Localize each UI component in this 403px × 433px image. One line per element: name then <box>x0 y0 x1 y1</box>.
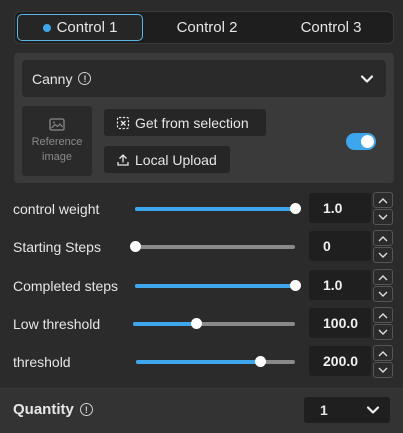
chevron-down-icon <box>378 252 388 258</box>
active-dot-icon <box>42 23 51 32</box>
toggle-knob <box>361 135 374 148</box>
quantity-bar: Quantity ! 1 <box>0 389 403 433</box>
control-panel: Canny ! Reference image Get from selecti… <box>14 53 394 183</box>
increment-button[interactable] <box>373 230 393 246</box>
tab-control-3[interactable]: Control 3 <box>269 12 393 43</box>
value-stepper <box>373 269 393 302</box>
slider-thumb[interactable] <box>290 203 301 214</box>
info-icon[interactable]: ! <box>78 72 92 85</box>
preprocessor-value: Canny <box>32 70 73 87</box>
tab-label: Control 1 <box>56 19 118 36</box>
slider-thumb[interactable] <box>130 241 141 252</box>
slider-label: Starting Steps <box>13 238 101 255</box>
image-icon <box>49 118 65 131</box>
upload-icon <box>117 153 129 166</box>
value-input[interactable]: 0 <box>309 231 371 261</box>
local-upload-button[interactable]: Local Upload <box>104 146 230 173</box>
chevron-down-icon <box>360 74 374 83</box>
slider-fill <box>135 207 295 211</box>
slider-thumb[interactable] <box>191 318 203 329</box>
chevron-down-icon <box>378 291 388 297</box>
slider-fill <box>136 360 261 364</box>
decrement-button[interactable] <box>373 209 393 225</box>
slider-fill <box>133 322 197 326</box>
slider-row-completed-steps: Completed steps 1.0 <box>0 266 403 305</box>
chevron-down-icon <box>366 406 380 414</box>
quantity-select[interactable]: 1 <box>304 397 390 423</box>
value-input[interactable]: 100.0 <box>309 308 371 338</box>
control-tabs: Control 1 Control 2 Control 3 <box>14 11 394 44</box>
slider-track[interactable] <box>135 203 301 214</box>
tab-control-2[interactable]: Control 2 <box>145 12 269 43</box>
decrement-button[interactable] <box>373 286 393 302</box>
slider-track[interactable] <box>135 280 301 291</box>
slider-label: Completed steps <box>13 277 119 294</box>
slider-label: control weight <box>13 200 100 217</box>
slider-label: Low threshold <box>13 315 101 332</box>
slider-track[interactable] <box>130 241 295 252</box>
chevron-up-icon <box>378 235 388 241</box>
increment-button[interactable] <box>373 192 393 208</box>
chevron-down-icon <box>378 214 388 220</box>
reference-image-label-1: Reference <box>31 135 83 148</box>
slider-row-low-threshold: Low threshold 100.0 <box>0 304 403 343</box>
chevron-up-icon <box>378 350 388 356</box>
reference-image-slot[interactable]: Reference image <box>22 106 92 176</box>
button-label: Local Upload <box>135 151 217 168</box>
chevron-down-icon <box>378 329 388 335</box>
chevron-down-icon <box>378 367 388 373</box>
quantity-label-group: Quantity ! <box>13 389 93 430</box>
tab-label: Control 2 <box>176 19 238 36</box>
button-label: Get from selection <box>135 114 249 131</box>
slider-thumb[interactable] <box>255 356 267 367</box>
increment-button[interactable] <box>373 269 393 285</box>
value-input[interactable]: 1.0 <box>309 270 371 300</box>
decrement-button[interactable] <box>373 362 393 378</box>
get-from-selection-button[interactable]: Get from selection <box>104 109 266 136</box>
quantity-value: 1 <box>320 402 328 418</box>
tab-label: Control 3 <box>300 19 362 36</box>
value-stepper <box>373 307 393 340</box>
chevron-up-icon <box>378 197 388 203</box>
decrement-button[interactable] <box>373 324 393 340</box>
info-icon[interactable]: ! <box>79 403 93 416</box>
tab-control-1[interactable]: Control 1 <box>17 14 143 41</box>
slider-row-control-weight: control weight 1.0 <box>0 189 403 228</box>
slider-track[interactable] <box>133 318 295 329</box>
selection-icon <box>116 116 130 129</box>
chevron-up-icon <box>378 312 388 318</box>
reference-image-label-2: image <box>42 150 72 163</box>
enable-toggle[interactable] <box>346 133 376 150</box>
slider-row-threshold: threshold 200.0 <box>0 342 403 381</box>
preprocessor-select[interactable]: Canny ! <box>22 60 386 97</box>
slider-label: threshold <box>13 353 71 370</box>
increment-button[interactable] <box>373 307 393 323</box>
value-stepper <box>373 192 393 225</box>
value-input[interactable]: 1.0 <box>309 193 371 223</box>
slider-row-starting-steps: Starting Steps 0 <box>0 227 403 266</box>
decrement-button[interactable] <box>373 247 393 263</box>
chevron-up-icon <box>378 274 388 280</box>
slider-track[interactable] <box>136 356 295 367</box>
value-stepper <box>373 345 393 378</box>
slider-thumb[interactable] <box>290 280 301 291</box>
slider-fill <box>135 284 295 288</box>
quantity-label: Quantity <box>13 401 74 418</box>
value-input[interactable]: 200.0 <box>309 346 371 376</box>
value-stepper <box>373 230 393 263</box>
increment-button[interactable] <box>373 345 393 361</box>
